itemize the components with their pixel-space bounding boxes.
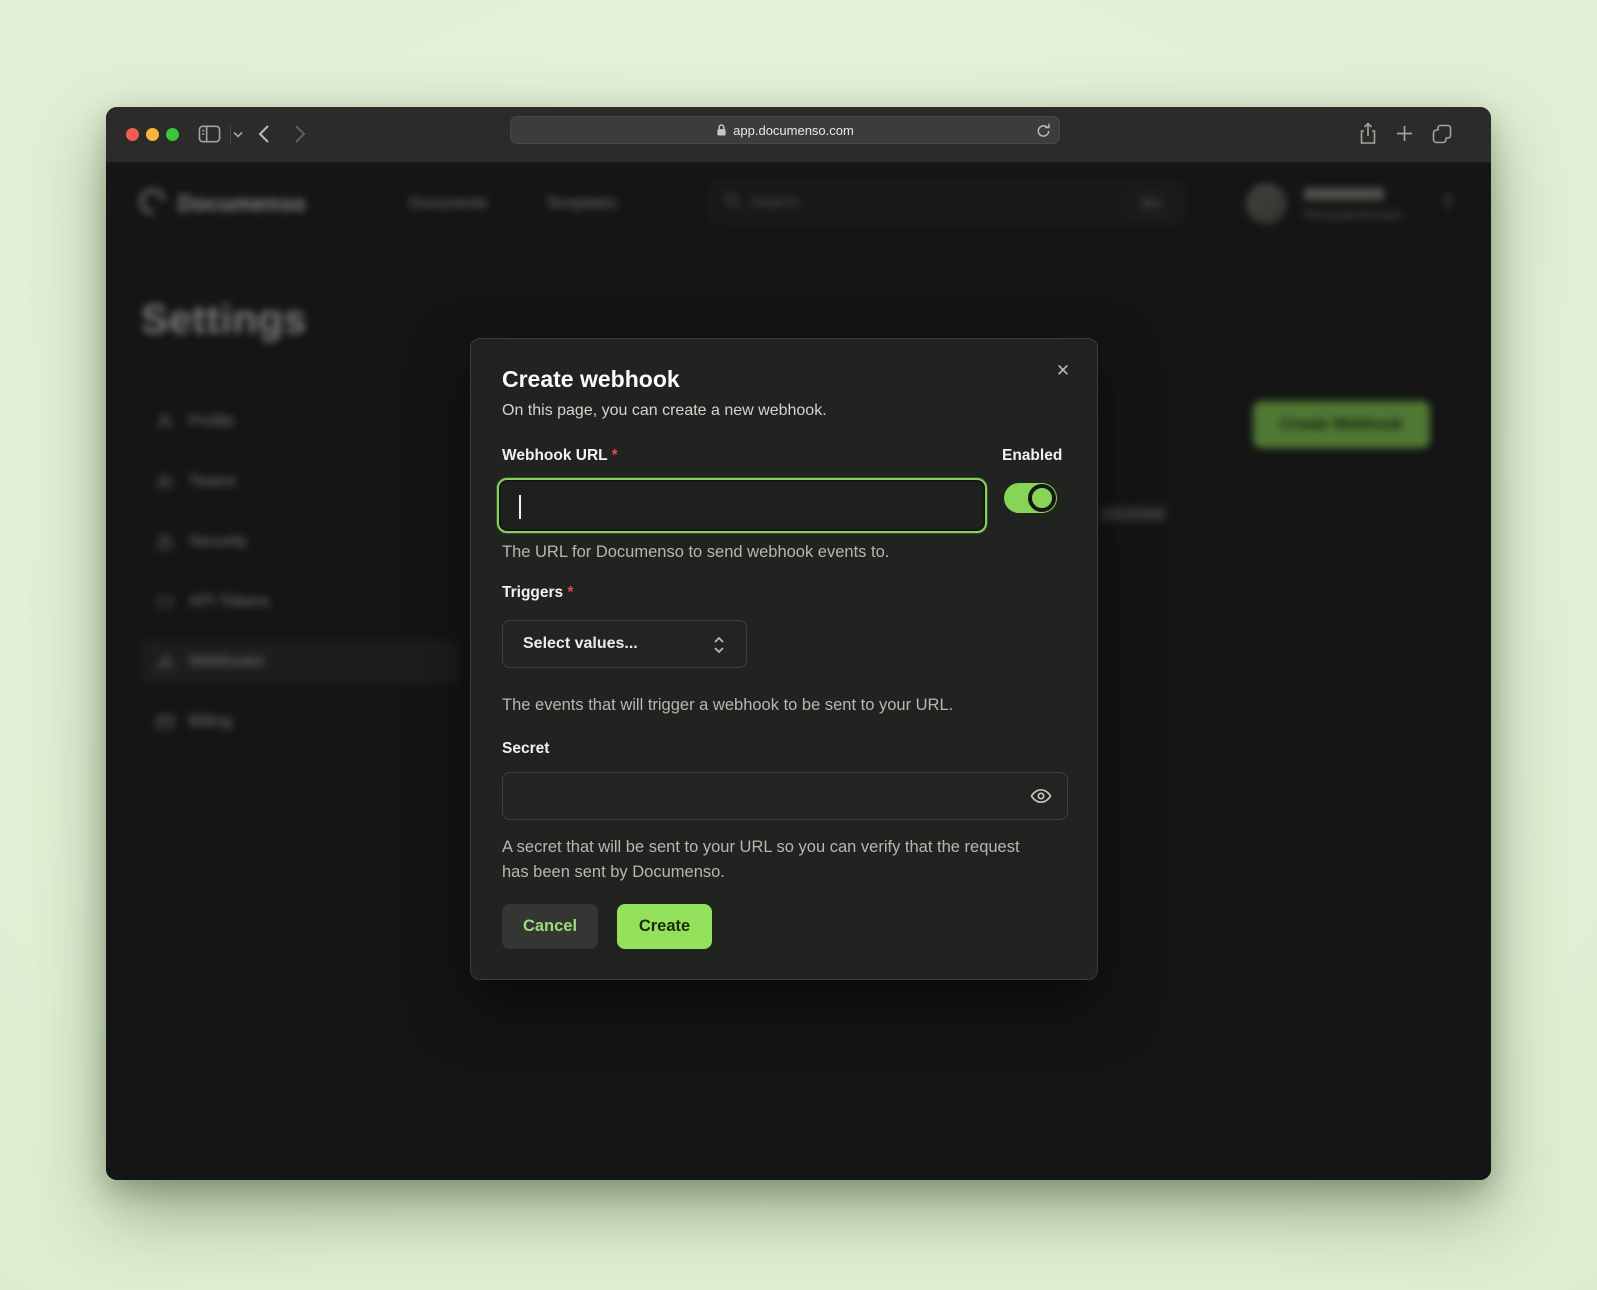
new-tab-icon[interactable]: [1396, 125, 1413, 142]
minimize-window-button[interactable]: [146, 128, 159, 141]
tab-overview-icon[interactable]: [1432, 124, 1452, 144]
required-asterisk: *: [612, 447, 618, 464]
triggers-label: Triggers *: [502, 584, 574, 602]
dialog-description: On this page, you can create a new webho…: [502, 402, 827, 420]
webhook-url-helper: The URL for Documenso to send webhook ev…: [502, 540, 889, 565]
forward-button[interactable]: [294, 124, 306, 144]
text-caret: [519, 495, 521, 519]
sidebar-toggle-icon[interactable]: [198, 124, 221, 144]
toolbar-divider: [230, 125, 231, 145]
dialog-title: Create webhook: [502, 366, 680, 393]
close-window-button[interactable]: [126, 128, 139, 141]
app-page: Documenso Documents Templates Search ⌘K …: [106, 164, 1491, 1180]
zoom-window-button[interactable]: [166, 128, 179, 141]
secret-label: Secret: [502, 740, 549, 758]
secret-input[interactable]: [502, 772, 1068, 820]
webhook-url-input[interactable]: [497, 478, 987, 533]
create-button[interactable]: Create: [617, 904, 712, 949]
required-asterisk: *: [567, 584, 573, 601]
address-bar[interactable]: app.documenso.com: [510, 116, 1060, 144]
chevron-up-down-icon: [712, 635, 726, 660]
eye-icon[interactable]: [1029, 784, 1053, 813]
share-icon[interactable]: [1359, 122, 1377, 146]
browser-window: app.documenso.com: [106, 107, 1491, 1180]
triggers-select[interactable]: Select values...: [502, 620, 747, 668]
sidebar-chevron-down-icon[interactable]: [233, 131, 243, 138]
browser-toolbar: app.documenso.com: [106, 107, 1491, 163]
address-text: app.documenso.com: [733, 123, 854, 138]
secret-helper: A secret that will be sent to your URL s…: [502, 835, 1032, 885]
reload-icon[interactable]: [1036, 122, 1051, 142]
create-webhook-dialog: ✕ Create webhook On this page, you can c…: [470, 338, 1098, 980]
back-button[interactable]: [258, 124, 270, 144]
cancel-button[interactable]: Cancel: [502, 904, 598, 949]
enabled-label: Enabled: [1002, 447, 1062, 465]
enabled-toggle[interactable]: [1004, 483, 1057, 513]
triggers-helper: The events that will trigger a webhook t…: [502, 693, 953, 718]
close-icon[interactable]: ✕: [1050, 358, 1076, 384]
select-placeholder: Select values...: [523, 635, 638, 653]
toggle-knob: [1028, 484, 1056, 512]
lock-icon: [716, 123, 727, 137]
webhook-url-label: Webhook URL *: [502, 447, 618, 465]
